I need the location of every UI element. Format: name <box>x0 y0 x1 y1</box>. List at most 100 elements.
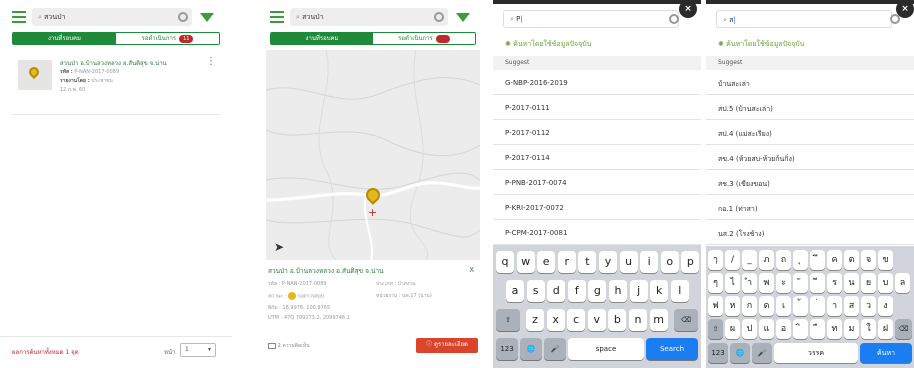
thai-key[interactable]: ฟ <box>708 296 723 316</box>
thai-key[interactable]: พ <box>759 273 774 293</box>
thai-key[interactable]: ถ <box>776 250 791 270</box>
suggest-item[interactable]: P-2017-0111 <box>493 96 701 120</box>
key-e[interactable]: e <box>537 251 556 273</box>
suggest-item[interactable]: P-KRI-2017-0072 <box>493 196 701 220</box>
thai-key[interactable]: ป <box>742 319 757 339</box>
close-icon[interactable]: × <box>679 0 697 18</box>
key-o[interactable]: o <box>660 251 679 273</box>
close-icon[interactable]: X <box>469 266 474 274</box>
thai-key[interactable]: ้ <box>793 296 808 316</box>
backspace-key[interactable]: ⌫ <box>674 309 698 331</box>
backspace-key[interactable]: ⌫ <box>895 319 912 339</box>
thai-key[interactable]: ผ <box>725 319 740 339</box>
thai-key[interactable]: ด <box>759 296 774 316</box>
thai-key[interactable]: ใ <box>861 319 876 339</box>
suggest-item[interactable]: P-2017-0112 <box>493 121 701 145</box>
thai-key[interactable]: บ <box>878 273 893 293</box>
key-j[interactable]: j <box>629 280 648 302</box>
thai-key[interactable]: จ <box>861 250 876 270</box>
search-input[interactable]: ⌕ ส| <box>716 10 892 28</box>
key-n[interactable]: n <box>629 309 647 331</box>
current-location-hint[interactable]: ✺ ค้นหาโดยใช้ข้อมูลปัจจุบัน <box>505 39 591 50</box>
key-g[interactable]: g <box>588 280 607 302</box>
thai-key[interactable]: ง <box>878 296 893 316</box>
key-w[interactable]: w <box>516 251 535 273</box>
key-m[interactable]: m <box>649 309 668 331</box>
key-h[interactable]: h <box>609 280 627 302</box>
clear-icon[interactable] <box>178 12 188 22</box>
thai-key[interactable]: ร <box>827 273 842 293</box>
key-t[interactable]: t <box>578 251 597 273</box>
search-input[interactable]: ⌕ สวนป่า <box>290 8 448 26</box>
tab-map[interactable]: งานที่รอบคม <box>271 33 373 44</box>
key-d[interactable]: d <box>547 280 566 302</box>
thai-key[interactable]: ย <box>861 273 876 293</box>
suggest-item[interactable]: กอ.1 (ท่าสา) <box>706 196 914 220</box>
thai-key[interactable]: ำ <box>742 273 757 293</box>
microphone-icon[interactable]: 🎤 <box>752 343 772 363</box>
thai-key[interactable]: _ <box>742 250 757 270</box>
filter-icon[interactable] <box>200 13 214 22</box>
thai-key[interactable]: ข <box>878 250 893 270</box>
tab-pending[interactable]: รอดำเนินการ 11 <box>116 33 219 44</box>
thai-key[interactable]: ึ <box>810 250 825 270</box>
key-a[interactable]: a <box>506 280 524 302</box>
key-q[interactable]: q <box>496 251 514 273</box>
thai-key[interactable]: ม <box>844 319 859 339</box>
list-item[interactable]: สวนป่า อ.บ้านลวงหลวง อ.สันติสุข จ.น่าน ⋮… <box>12 56 220 112</box>
key-z[interactable]: z <box>526 309 544 331</box>
globe-icon[interactable]: 🌐 <box>520 338 542 360</box>
search-key[interactable]: Search <box>646 338 698 360</box>
clear-icon[interactable] <box>669 14 679 24</box>
thai-key[interactable]: ๅ <box>708 250 723 270</box>
thai-key[interactable]: เ <box>776 296 791 316</box>
key-v[interactable]: v <box>587 309 606 331</box>
thai-key[interactable]: / <box>725 250 740 270</box>
suggest-item[interactable]: บ้านสะเล่า <box>706 71 914 95</box>
comment-link[interactable]: 2 ความคิดเห็น <box>268 342 310 350</box>
thai-key[interactable]: แ <box>759 319 774 339</box>
thai-key[interactable]: ะ <box>776 273 791 293</box>
thai-key[interactable]: ่ <box>810 296 825 316</box>
thai-key[interactable]: ฝ <box>878 319 893 339</box>
suggest-item[interactable]: นส.2 (โรงช้าง) <box>706 221 914 245</box>
numbers-key[interactable]: 123 <box>496 338 518 360</box>
menu-icon[interactable] <box>12 11 26 23</box>
key-c[interactable]: c <box>567 309 586 331</box>
space-key[interactable]: วรรค <box>774 343 858 363</box>
thai-key[interactable]: ิ <box>793 319 808 339</box>
detail-button[interactable]: ⓘ ดูรายละเอียด <box>416 338 478 353</box>
key-p[interactable]: p <box>681 251 700 273</box>
current-location-hint[interactable]: ✺ ค้นหาโดยใช้ข้อมูลปัจจุบัน <box>718 39 804 50</box>
key-x[interactable]: x <box>546 309 565 331</box>
key-s[interactable]: s <box>526 280 545 302</box>
page-select[interactable]: 1 ▾ <box>180 343 216 357</box>
thai-key[interactable]: ๆ <box>708 273 723 293</box>
thai-key[interactable]: ต <box>844 250 859 270</box>
search-input[interactable]: ⌕ P| <box>503 10 679 28</box>
tab-pending[interactable]: รอดำเนินการ <box>373 33 475 44</box>
numbers-key[interactable]: 123 <box>708 343 728 363</box>
key-f[interactable]: f <box>567 280 586 302</box>
search-key[interactable]: ค้นหา <box>860 343 912 363</box>
search-input[interactable]: ⌕ สวนป่า <box>32 8 192 26</box>
menu-icon[interactable] <box>270 11 284 23</box>
thai-key[interactable]: ห <box>725 296 740 316</box>
thai-key[interactable]: ล <box>895 273 910 293</box>
thai-key[interactable]: ื <box>810 319 825 339</box>
key-u[interactable]: u <box>619 251 638 273</box>
globe-icon[interactable]: 🌐 <box>730 343 750 363</box>
key-l[interactable]: l <box>670 280 689 302</box>
suggest-item[interactable]: P-2017-0114 <box>493 146 701 170</box>
thai-key[interactable]: ุ <box>793 250 808 270</box>
thai-key[interactable]: ภ <box>759 250 774 270</box>
clear-icon[interactable] <box>434 12 444 22</box>
thai-key[interactable]: า <box>827 296 842 316</box>
space-key[interactable]: space <box>568 338 644 360</box>
key-b[interactable]: b <box>608 309 627 331</box>
suggest-item[interactable]: สช.3 (เขียงขอน) <box>706 171 914 195</box>
suggest-item[interactable]: G-NBP-2016-2019 <box>493 71 701 95</box>
suggest-item[interactable]: สป.4 (แม่สะเรียง) <box>706 121 914 145</box>
suggest-item[interactable]: P-PNB-2017-0074 <box>493 171 701 195</box>
thai-key[interactable]: ก <box>742 296 757 316</box>
